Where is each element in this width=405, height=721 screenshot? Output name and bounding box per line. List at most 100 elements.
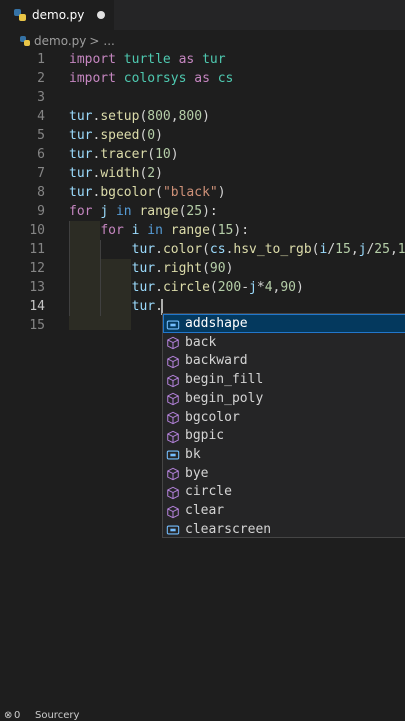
breadcrumb-more[interactable]: ... — [103, 34, 114, 48]
method-cube-icon — [166, 335, 180, 350]
suggestion-label: bye — [185, 465, 209, 481]
code-token: ( — [311, 242, 320, 257]
problems-icon[interactable]: ⊗ — [4, 710, 12, 721]
problems-count[interactable]: 0 — [14, 710, 20, 721]
code-token: ) — [296, 280, 304, 295]
code-line[interactable]: 8 tur.bgcolor("black") — [0, 183, 405, 202]
suggestion-item[interactable]: back — [163, 333, 405, 352]
code-token: - — [241, 280, 250, 295]
code-line[interactable]: 13 tur.circle(200-j*4,90) — [0, 278, 405, 297]
code-token: as — [178, 52, 195, 67]
line-number: 1 — [37, 52, 45, 67]
line-number: 11 — [29, 242, 45, 257]
code-token: tur — [131, 299, 156, 314]
line-number: 2 — [37, 71, 45, 86]
code-token: range — [170, 223, 210, 238]
python-file-icon — [20, 36, 30, 46]
code-token: . — [155, 280, 163, 295]
suggestion-item[interactable]: begin_fill — [163, 370, 405, 389]
code-text: for j in range(25): — [69, 202, 218, 221]
line-number: 5 — [37, 128, 45, 143]
code-token: ): — [202, 204, 218, 219]
suggestion-item[interactable]: clear — [163, 501, 405, 520]
variable-icon — [166, 317, 180, 331]
code-token: 4 — [264, 280, 273, 295]
code-line[interactable]: 4 tur.setup(800,800) — [0, 107, 405, 126]
code-token: setup — [100, 109, 140, 124]
line-number: 4 — [37, 109, 45, 124]
code-token: 25 — [186, 204, 203, 219]
code-token: . — [155, 242, 163, 257]
code-token: ) — [225, 261, 234, 276]
code-token: tur — [131, 242, 156, 257]
suggestion-item[interactable]: bye — [163, 464, 405, 483]
tab-demo-py[interactable]: demo.py — [0, 0, 114, 30]
method-cube-icon — [166, 410, 180, 425]
code-line[interactable]: 6 tur.tracer(10) — [0, 145, 405, 164]
code-token: circle — [162, 280, 210, 295]
code-token: 0 — [147, 128, 156, 143]
code-line[interactable]: 11 tur.color(cs.hsv_to_rgb(i/15,j/25,1) — [0, 240, 405, 259]
method-cube-icon — [166, 485, 180, 500]
breadcrumb-file[interactable]: demo.py — [34, 34, 86, 48]
code-token: 10 — [155, 147, 171, 162]
autocomplete-suggestions[interactable]: addshape back backward begin_fill begin_poly… — [162, 313, 405, 538]
suggestion-label: addshape — [185, 316, 248, 331]
suggestion-label: begin_fill — [185, 372, 264, 388]
code-token: range — [139, 204, 179, 219]
code-text: tur.color(cs.hsv_to_rgb(i/15,j/25,1) — [69, 240, 405, 259]
code-line[interactable]: 10 for i in range(15): — [0, 221, 405, 240]
code-token: tur — [131, 280, 156, 295]
code-line[interactable]: 1 import turtle as tur — [0, 50, 405, 69]
code-token: in — [115, 204, 132, 219]
code-token: j — [249, 280, 257, 295]
code-token: tur — [69, 166, 93, 181]
suggestion-item[interactable]: bgpic — [163, 426, 405, 445]
suggestion-item[interactable]: bgcolor — [163, 408, 405, 427]
tab-bar: demo.py — [0, 0, 405, 30]
suggestion-item[interactable]: backward — [163, 351, 405, 370]
code-token: 90 — [209, 261, 226, 276]
line-number: 7 — [37, 166, 45, 181]
code-token: ( — [202, 261, 210, 276]
code-token: * — [256, 280, 265, 295]
code-text: for i in range(15): — [69, 221, 249, 240]
suggestion-label: begin_poly — [185, 390, 264, 406]
code-token: j — [100, 204, 109, 219]
code-token: 90 — [280, 280, 297, 295]
breadcrumb-separator: > — [89, 34, 100, 48]
unsaved-dot-icon[interactable] — [97, 11, 105, 19]
suggestion-item[interactable]: addshape — [163, 314, 405, 333]
code-token: , — [389, 242, 398, 257]
code-token: speed — [100, 128, 140, 143]
suggestion-item[interactable]: clearscreen — [163, 520, 405, 539]
code-token: turtle — [123, 52, 171, 67]
code-token: in — [147, 223, 163, 238]
code-token: width — [100, 166, 140, 181]
line-number: 10 — [29, 223, 45, 238]
variable-icon — [166, 447, 180, 461]
code-token: "black" — [162, 185, 218, 200]
sourcery-status[interactable]: Sourcery — [35, 710, 79, 721]
suggestion-item[interactable]: bk — [163, 445, 405, 464]
code-line[interactable]: 5 tur.speed(0) — [0, 126, 405, 145]
code-token: 800 — [147, 109, 171, 124]
code-line[interactable]: 3 — [0, 88, 405, 107]
code-token: . — [155, 261, 163, 276]
code-line[interactable]: 12 tur.right(90) — [0, 259, 405, 278]
suggestion-item[interactable]: circle — [163, 482, 405, 501]
method-cube-icon — [166, 504, 180, 518]
code-line[interactable]: 7 tur.width(2) — [0, 164, 405, 183]
code-token: ) — [170, 147, 179, 162]
suggestion-item[interactable]: begin_poly — [163, 389, 405, 408]
code-token: ( — [209, 280, 218, 295]
code-line[interactable]: 2 import colorsys as cs — [0, 69, 405, 88]
code-line[interactable]: 9 for j in range(25): — [0, 202, 405, 221]
suggestion-label: clear — [185, 503, 225, 518]
